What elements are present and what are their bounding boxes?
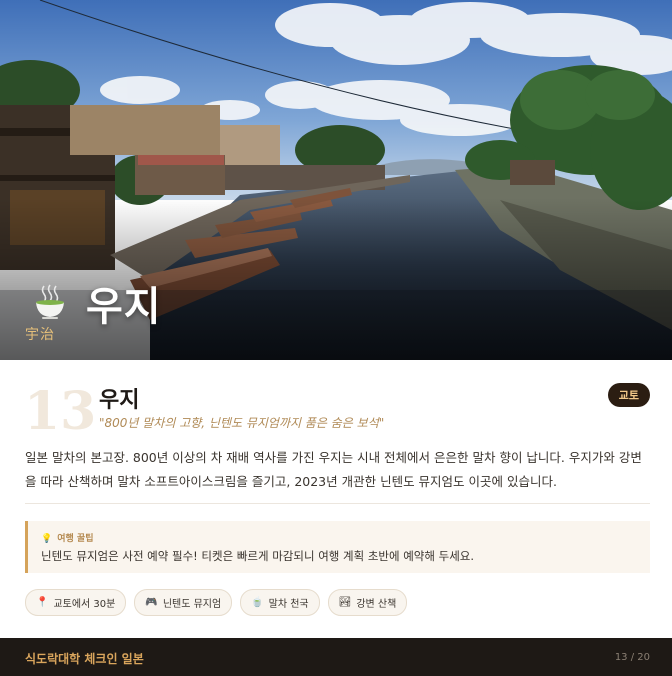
hero-section: 우지 宇治	[0, 0, 672, 360]
region-badge: 교토	[607, 383, 650, 407]
tea-icon: 🍵	[251, 597, 264, 608]
travel-tip-label: 여행 꿀팁	[57, 534, 94, 544]
footer-bar: 식도락대학 체크인 일본 13 / 20	[0, 638, 672, 676]
hero-kanji-name: 宇治	[25, 327, 55, 343]
destination-card: 13 우지 "800년 말차의 고향, 닌텐도 뮤지엄까지 품은 숨은 보석" …	[0, 360, 672, 638]
travel-tip-text: 닌텐도 뮤지엄은 사전 예약 필수! 티켓은 빠르게 마감되니 여행 계획 초반…	[41, 549, 475, 563]
river-icon: 🏞	[338, 597, 352, 608]
tag-chip: 📍 교토에서 30분	[25, 589, 127, 616]
tag-chip: 🎮 닌텐도 뮤지엄	[134, 589, 233, 616]
tag-chip: 🍵 말차 천국	[240, 589, 320, 616]
tag-chip: 🏞 강변 산책	[327, 589, 408, 616]
destination-number: 13	[24, 381, 97, 442]
tag-label: 닌텐도 뮤지엄	[162, 599, 222, 610]
divider	[25, 503, 650, 504]
travel-tip-header: 💡 여행 꿀팁	[41, 531, 93, 544]
gamepad-icon: 🎮	[145, 597, 158, 608]
tag-label: 교토에서 30분	[53, 599, 116, 610]
matcha-tea-cup-icon	[36, 284, 64, 319]
tag-label: 말차 천국	[268, 599, 309, 610]
destination-subtitle: "800년 말차의 고향, 닌텐도 뮤지엄까지 품은 숨은 보석"	[99, 416, 385, 430]
lightbulb-icon: 💡	[41, 534, 53, 544]
destination-description: 일본 말차의 본고장. 800년 이상의 차 재배 역사를 가진 우지는 시내 …	[25, 450, 642, 489]
tag-label: 강변 산책	[356, 599, 397, 610]
travel-tip-box: 💡 여행 꿀팁 닌텐도 뮤지엄은 사전 예약 필수! 티켓은 빠르게 마감되니 여…	[25, 521, 650, 573]
hero-title: 우지	[86, 284, 162, 330]
footer-brand: 식도락대학 체크인 일본	[25, 652, 144, 666]
page-indicator: 13 / 20	[614, 652, 650, 663]
tag-list: 📍 교토에서 30분 🎮 닌텐도 뮤지엄 🍵 말차 천국 🏞 강변 산책	[25, 589, 408, 616]
pin-icon: 📍	[36, 597, 49, 608]
destination-title: 우지	[99, 388, 140, 413]
